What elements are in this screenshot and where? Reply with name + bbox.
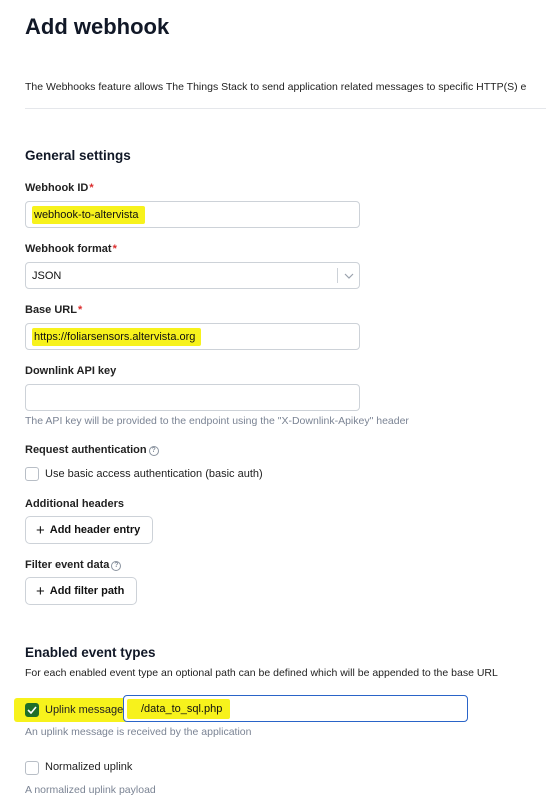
uplink-path-input[interactable]: /data_to_sql.php xyxy=(123,695,468,722)
uplink-message-label[interactable]: Uplink message xyxy=(45,704,123,716)
filter-event-data-label: Filter event data? xyxy=(25,559,122,571)
normalized-uplink-label[interactable]: Normalized uplink xyxy=(45,761,132,773)
webhook-id-value: webhook-to-altervista xyxy=(32,205,145,224)
page-title: Add webhook xyxy=(25,14,170,39)
plus-icon: + xyxy=(36,582,45,600)
uplink-path-value: /data_to_sql.php xyxy=(127,698,231,719)
enabled-event-types-description: For each enabled event type an optional … xyxy=(25,667,498,679)
downlink-api-key-input[interactable] xyxy=(25,384,360,411)
intro-text: The Webhooks feature allows The Things S… xyxy=(25,81,527,93)
webhook-id-input[interactable]: webhook-to-altervista xyxy=(25,201,360,228)
enabled-event-types-title: Enabled event types xyxy=(25,645,156,660)
base-url-value: https://foliarsensors.altervista.org xyxy=(32,327,202,346)
question-circle-icon[interactable]: ? xyxy=(148,446,159,456)
add-filter-path-button[interactable]: + Add filter path xyxy=(25,577,137,605)
basic-auth-label[interactable]: Use basic access authentication (basic a… xyxy=(45,468,263,480)
downlink-api-key-hint: The API key will be provided to the endp… xyxy=(25,415,409,427)
downlink-api-key-label: Downlink API key xyxy=(25,365,117,377)
required-marker: * xyxy=(77,304,83,316)
add-filter-path-label: Add filter path xyxy=(49,585,125,597)
webhook-format-select[interactable]: JSON xyxy=(25,262,360,289)
general-settings-title: General settings xyxy=(25,148,131,163)
additional-headers-label: Additional headers xyxy=(25,498,125,510)
check-icon xyxy=(27,706,37,714)
base-url-input[interactable]: https://foliarsensors.altervista.org xyxy=(25,323,360,350)
required-marker: * xyxy=(89,182,94,194)
add-header-entry-label: Add header entry xyxy=(49,524,141,536)
header-divider xyxy=(25,108,546,109)
normalized-uplink-hint: A normalized uplink payload xyxy=(25,784,156,795)
required-marker: * xyxy=(112,243,117,255)
plus-icon: + xyxy=(36,521,45,539)
base-url-label: Base URL* xyxy=(25,304,83,316)
webhook-format-label: Webhook format* xyxy=(25,243,117,255)
uplink-message-hint: An uplink message is received by the app… xyxy=(25,726,252,738)
uplink-message-checkbox[interactable] xyxy=(25,703,39,717)
basic-auth-checkbox[interactable] xyxy=(25,467,39,481)
request-auth-label: Request authentication? xyxy=(25,444,159,456)
webhook-format-value: JSON xyxy=(32,269,62,282)
question-circle-icon[interactable]: ? xyxy=(111,561,122,571)
normalized-uplink-checkbox[interactable] xyxy=(25,761,39,775)
webhook-id-label: Webhook ID* xyxy=(25,182,94,194)
add-header-entry-button[interactable]: + Add header entry xyxy=(25,516,153,544)
chevron-down-icon[interactable] xyxy=(337,268,359,283)
